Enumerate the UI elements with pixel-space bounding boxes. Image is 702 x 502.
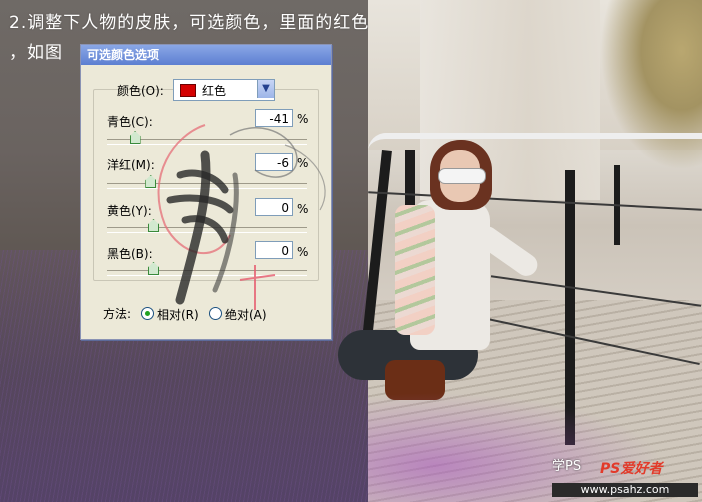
absolute-radio[interactable] <box>209 307 222 320</box>
magenta-label: 洋红(M): <box>107 158 155 172</box>
yellow-slider-track[interactable] <box>107 219 307 233</box>
chevron-down-icon[interactable]: ▼ <box>257 80 274 98</box>
instruction-text: 2.调整下人物的皮肤，可选颜色，里面的红色 <box>9 13 370 33</box>
logo-prefix: 学PS <box>552 459 582 474</box>
yellow-percent: % <box>297 202 309 216</box>
selective-color-dialog: 可选颜色选项 颜色(O): 红色 ▼ 青色(C): -41 % 洋红(M): -… <box>80 44 332 340</box>
cyan-label: 青色(C): <box>107 115 153 129</box>
black-slider-track[interactable] <box>107 262 307 276</box>
magenta-percent: % <box>297 156 309 170</box>
magenta-input[interactable]: -6 <box>255 153 293 171</box>
yellow-input[interactable]: 0 <box>255 198 293 216</box>
black-label: 黑色(B): <box>107 247 153 261</box>
yellow-label: 黄色(Y): <box>107 204 152 218</box>
site-url: www.psahz.com <box>552 483 698 497</box>
colors-select[interactable]: 红色 ▼ <box>173 79 275 101</box>
color-swatch <box>180 84 196 97</box>
black-input[interactable]: 0 <box>255 241 293 259</box>
colors-label: 颜色(O): <box>117 84 164 98</box>
magenta-slider-track[interactable] <box>107 175 307 189</box>
relative-radio[interactable] <box>141 307 154 320</box>
person-sunglasses <box>438 168 486 184</box>
dialog-title: 可选颜色选项 <box>81 45 331 65</box>
cyan-input[interactable]: -41 <box>255 109 293 127</box>
site-logo: PS爱好者 <box>600 461 663 477</box>
method-label: 方法: <box>103 307 132 321</box>
black-percent: % <box>297 245 309 259</box>
person-scarf <box>395 205 435 335</box>
railing-top <box>368 133 702 151</box>
absolute-label[interactable]: 绝对(A) <box>225 306 267 323</box>
colors-select-value: 红色 <box>202 84 227 98</box>
cyan-slider-track[interactable] <box>107 131 307 145</box>
relative-label[interactable]: 相对(R) <box>157 306 199 323</box>
cyan-percent: % <box>297 112 309 126</box>
instruction-text-continued: ，如图 <box>9 43 63 63</box>
